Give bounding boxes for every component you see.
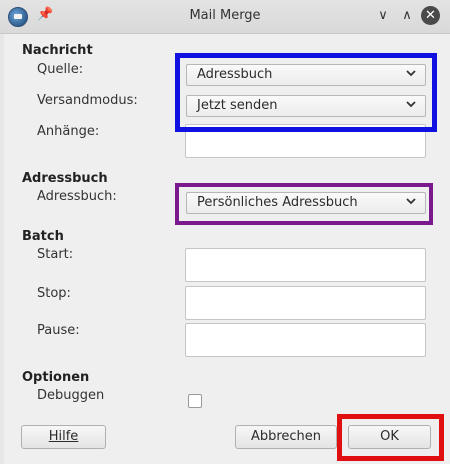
versandmodus-dropdown[interactable]: Jetzt senden — [186, 95, 426, 117]
quelle-value: Adressbuch — [197, 67, 273, 82]
pause-input[interactable] — [185, 323, 426, 357]
abbrechen-button-label: Abbrechen — [250, 429, 322, 444]
debuggen-label: Debuggen — [37, 388, 105, 403]
hilfe-button[interactable]: Hilfe — [21, 425, 106, 449]
quelle-dropdown[interactable]: Adressbuch — [186, 64, 426, 86]
versandmodus-label: Versandmodus: — [37, 93, 138, 108]
adressbuch-label: Adressbuch: — [37, 189, 117, 204]
chevron-down-icon — [406, 101, 416, 108]
section-adressbuch: Adressbuch — [22, 171, 108, 186]
anhaenge-label: Anhänge: — [37, 124, 100, 139]
debuggen-checkbox[interactable] — [188, 394, 202, 408]
minimize-icon[interactable]: ∨ — [373, 6, 393, 26]
stop-label: Stop: — [37, 286, 71, 301]
adressbuch-value: Persönliches Adressbuch — [197, 195, 358, 210]
maximize-icon[interactable]: ∧ — [397, 6, 417, 26]
section-optionen: Optionen — [22, 370, 90, 385]
versandmodus-value: Jetzt senden — [197, 98, 278, 113]
anhaenge-input[interactable] — [185, 124, 426, 158]
pause-label: Pause: — [37, 323, 80, 338]
mail-merge-dialog: 📌 Mail Merge ∨ ∧ ✕ Nachricht Quelle: Adr… — [0, 0, 450, 464]
close-icon[interactable]: ✕ — [421, 6, 440, 25]
ok-button-label: OK — [380, 429, 399, 444]
abbrechen-button[interactable]: Abbrechen — [235, 425, 337, 449]
section-batch: Batch — [22, 229, 64, 244]
quelle-label: Quelle: — [37, 62, 84, 77]
title-bar[interactable]: 📌 Mail Merge ∨ ∧ ✕ — [0, 0, 450, 34]
chevron-down-icon — [406, 70, 416, 77]
hilfe-button-label: Hilfe — [48, 429, 79, 444]
ok-button[interactable]: OK — [348, 425, 431, 449]
adressbuch-dropdown[interactable]: Persönliches Adressbuch — [186, 192, 426, 214]
chevron-down-icon — [406, 198, 416, 205]
start-label: Start: — [37, 247, 74, 262]
start-input[interactable] — [185, 248, 426, 282]
window-left-edge — [0, 33, 4, 464]
stop-input[interactable] — [185, 286, 426, 320]
section-nachricht: Nachricht — [22, 43, 93, 58]
